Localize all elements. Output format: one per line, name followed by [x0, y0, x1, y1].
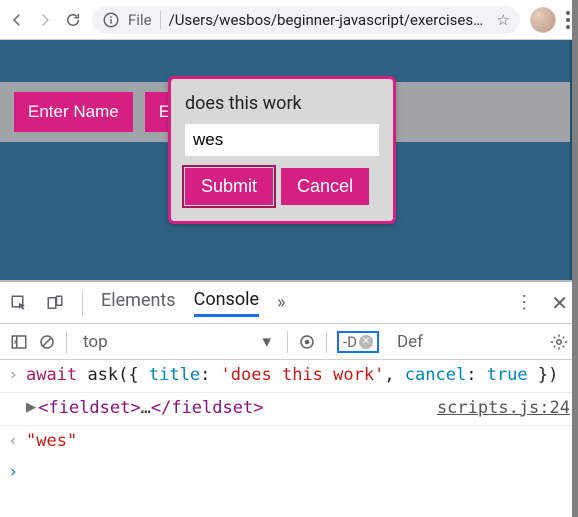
info-icon — [102, 11, 120, 29]
cancel-button[interactable]: Cancel — [281, 168, 369, 205]
console-output: › await ask({ title: 'does this work', c… — [0, 360, 578, 517]
devtools-tab-strip: Elements Console » ⋮ ✕ — [0, 282, 578, 324]
profile-avatar[interactable] — [530, 7, 556, 33]
tab-elements[interactable]: Elements — [101, 290, 176, 315]
live-expression-icon[interactable] — [298, 333, 316, 351]
tab-console[interactable]: Console — [194, 289, 259, 317]
context-label: top — [83, 332, 108, 352]
devtools-panel: Elements Console » ⋮ ✕ top ▾ -D ✕ Def › … — [0, 280, 578, 517]
clear-filter-icon[interactable]: ✕ — [359, 335, 373, 349]
more-tabs-icon[interactable]: » — [277, 292, 285, 313]
execution-context-select[interactable]: top ▾ — [77, 330, 277, 354]
reload-button[interactable] — [64, 11, 82, 29]
clear-console-icon[interactable] — [38, 333, 56, 351]
forward-button[interactable] — [36, 11, 54, 29]
browser-toolbar: File /Users/wesbos/beginner-javascript/e… — [0, 0, 578, 40]
back-button[interactable] — [8, 11, 26, 29]
console-sidebar-toggle-icon[interactable] — [10, 333, 28, 351]
popup-title: does this work — [185, 93, 379, 114]
filter-text: -D — [343, 333, 357, 351]
divider — [326, 331, 327, 353]
prompt-chevron-icon: › — [8, 461, 26, 485]
console-settings-icon[interactable] — [550, 333, 568, 351]
prompt-chevron-icon: › — [8, 364, 26, 388]
prompt-popup: does this work Submit Cancel — [168, 76, 396, 224]
console-toolbar: top ▾ -D ✕ Def — [0, 324, 578, 360]
page-content: Enter Name En does this work Submit Canc… — [0, 40, 578, 280]
url-path: /Users/wesbos/beginner-javascript/exerci… — [169, 11, 489, 29]
devtools-close-icon[interactable]: ✕ — [551, 291, 568, 315]
device-toolbar-icon[interactable] — [46, 294, 64, 312]
url-separator — [160, 11, 161, 29]
enter-name-button[interactable]: Enter Name — [14, 92, 133, 132]
console-code[interactable]: await ask({ title: 'does this work', can… — [26, 364, 570, 388]
popup-input[interactable] — [185, 124, 379, 156]
console-filter-input[interactable]: -D ✕ — [337, 331, 379, 353]
divider — [82, 290, 83, 316]
bookmark-star-icon[interactable]: ☆ — [497, 11, 510, 29]
submit-button[interactable]: Submit — [185, 168, 273, 205]
log-levels-select[interactable]: Def — [397, 332, 423, 352]
console-return-value[interactable]: "wes" — [26, 430, 570, 454]
console-log-line: ▶<fieldset>…</fieldset> scripts.js:24 — [0, 393, 578, 426]
window-right-edge — [572, 0, 578, 517]
divider — [66, 331, 67, 353]
return-chevron-icon: ‹ — [8, 430, 26, 454]
chevron-down-icon: ▾ — [262, 332, 271, 352]
address-bar[interactable]: File /Users/wesbos/beginner-javascript/e… — [92, 6, 520, 34]
expand-triangle-icon[interactable]: ▶ — [26, 396, 36, 420]
devtools-kebab-icon[interactable]: ⋮ — [515, 292, 533, 313]
divider — [287, 331, 288, 353]
url-scheme: File — [128, 11, 152, 29]
inspect-element-icon[interactable] — [10, 294, 28, 312]
console-return-line: ‹ "wes" — [0, 426, 578, 458]
browser-menu-icon[interactable] — [566, 11, 570, 29]
console-prompt[interactable]: › — [0, 457, 578, 489]
source-link[interactable]: scripts.js:24 — [417, 397, 570, 421]
console-input-line: › await ask({ title: 'does this work', c… — [0, 360, 578, 393]
popup-actions: Submit Cancel — [185, 168, 379, 205]
